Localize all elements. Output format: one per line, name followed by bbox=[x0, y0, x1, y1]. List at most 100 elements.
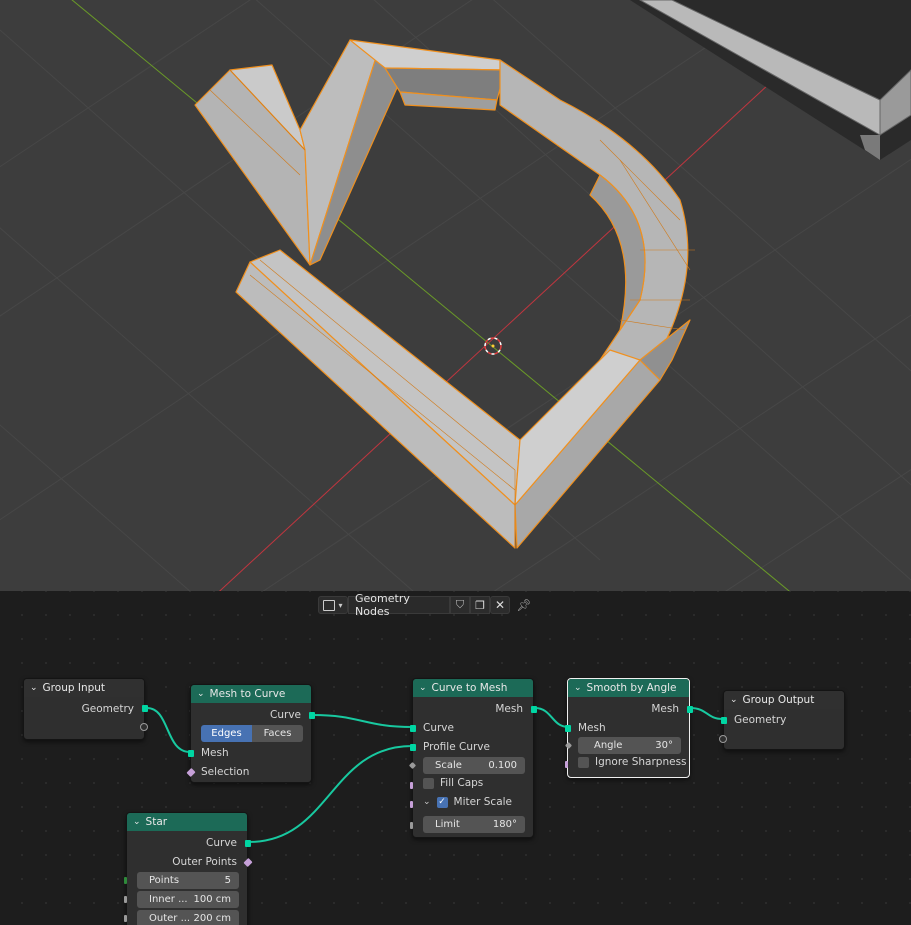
fill-caps-checkbox[interactable]: Fill Caps bbox=[423, 777, 483, 789]
input-mesh-label: Mesh bbox=[578, 722, 606, 734]
geometry-input-socket[interactable] bbox=[721, 717, 727, 724]
outer-radius-value: 200 cm bbox=[193, 913, 231, 924]
points-field[interactable]: Points 5 bbox=[137, 872, 239, 889]
input-geometry-label: Geometry bbox=[734, 714, 787, 726]
pin-button[interactable]: 📌︎ bbox=[510, 598, 538, 612]
link-curve-to-curve bbox=[312, 714, 413, 728]
mode-selector[interactable]: Edges Faces bbox=[201, 725, 303, 742]
group-output-node[interactable]: ⌄ Group Output Geometry bbox=[719, 690, 845, 750]
chevron-down-icon[interactable]: ⌄ bbox=[574, 683, 582, 693]
checkbox-box[interactable] bbox=[578, 756, 589, 768]
node-header[interactable]: ⌄ Smooth by Angle bbox=[568, 679, 689, 697]
outer-radius-label: Outer ... bbox=[149, 913, 191, 924]
angle-label: Angle bbox=[594, 740, 623, 751]
ignore-sharpness-checkbox[interactable]: Ignore Sharpness bbox=[578, 756, 687, 768]
mesh-input-socket[interactable] bbox=[565, 725, 571, 732]
duplicate-button[interactable]: ❐ bbox=[470, 596, 490, 614]
points-input-socket[interactable] bbox=[124, 877, 127, 884]
frame-object[interactable] bbox=[630, 0, 911, 160]
checkmark-icon[interactable]: ✓ bbox=[436, 796, 448, 808]
mode-edges-button[interactable]: Edges bbox=[201, 725, 252, 742]
shield-icon: ⛉ bbox=[455, 598, 465, 611]
curve-output-socket[interactable] bbox=[309, 712, 315, 719]
fill-caps-input-socket[interactable] bbox=[410, 782, 413, 789]
angle-input-socket[interactable] bbox=[564, 741, 573, 750]
selection-input-socket[interactable] bbox=[186, 767, 196, 778]
output-mesh-label: Mesh bbox=[651, 703, 679, 715]
mesh-output-socket[interactable] bbox=[531, 706, 537, 713]
scale-value: 0.100 bbox=[488, 760, 517, 771]
empty-input-socket[interactable] bbox=[719, 735, 727, 743]
chevron-down-icon[interactable]: ⌄ bbox=[30, 683, 38, 693]
outer-radius-input-socket[interactable] bbox=[124, 915, 127, 922]
angle-value: 30° bbox=[655, 740, 673, 751]
miter-scale-checkbox[interactable]: ⌄ ✓ Miter Scale bbox=[423, 796, 512, 808]
chevron-down-icon[interactable]: ⌄ bbox=[423, 797, 431, 807]
link-mesh-to-smooth bbox=[534, 707, 569, 728]
curve-input-socket[interactable] bbox=[410, 725, 416, 732]
miter-scale-label: Miter Scale bbox=[453, 796, 513, 808]
node-editor-header: ▾ Geometry Nodes ⛉ ❐ ✕ 📌︎ bbox=[318, 592, 538, 618]
input-profile-curve-label: Profile Curve bbox=[423, 741, 490, 753]
mesh-input-socket[interactable] bbox=[188, 750, 194, 757]
angle-field[interactable]: Angle 30° bbox=[578, 737, 681, 754]
viewport-scene bbox=[0, 0, 911, 591]
inner-radius-label: Inner ... bbox=[149, 894, 188, 905]
node-header[interactable]: ⌄ Star bbox=[127, 813, 247, 831]
geometry-output-socket[interactable] bbox=[142, 705, 148, 712]
checkbox-box[interactable] bbox=[423, 777, 434, 789]
3d-cursor-icon[interactable] bbox=[484, 337, 502, 355]
node-header[interactable]: ⌄ Group Input bbox=[24, 679, 144, 697]
limit-value: 180° bbox=[492, 819, 517, 830]
inner-radius-field[interactable]: Inner ... 100 cm bbox=[137, 891, 239, 908]
inner-radius-value: 100 cm bbox=[193, 894, 231, 905]
mode-faces-button[interactable]: Faces bbox=[252, 725, 303, 742]
mesh-to-curve-node[interactable]: ⌄ Mesh to Curve Curve Edges Faces Mesh Se… bbox=[186, 684, 315, 783]
chevron-down-icon[interactable]: ⌄ bbox=[730, 695, 738, 705]
ignore-sharpness-input-socket[interactable] bbox=[565, 761, 568, 768]
chevron-down-icon: ▾ bbox=[338, 600, 343, 610]
limit-label: Limit bbox=[435, 819, 460, 830]
points-value: 5 bbox=[224, 875, 231, 886]
inner-radius-input-socket[interactable] bbox=[124, 896, 127, 903]
scale-label: Scale bbox=[435, 760, 462, 771]
miter-scale-input-socket[interactable] bbox=[410, 801, 413, 808]
group-input-node[interactable]: ⌄ Group Input Geometry bbox=[23, 678, 148, 740]
node-header[interactable]: ⌄ Mesh to Curve bbox=[191, 685, 311, 703]
node-header[interactable]: ⌄ Group Output bbox=[724, 691, 844, 709]
input-mesh-label: Mesh bbox=[201, 747, 229, 759]
profile-curve-input-socket[interactable] bbox=[410, 744, 416, 751]
chevron-down-icon[interactable]: ⌄ bbox=[197, 689, 205, 699]
output-curve-label: Curve bbox=[206, 837, 237, 849]
chevron-down-icon[interactable]: ⌄ bbox=[133, 817, 141, 827]
mesh-output-socket[interactable] bbox=[687, 706, 693, 713]
limit-field[interactable]: Limit 180° bbox=[423, 816, 525, 833]
outer-points-output-socket[interactable] bbox=[243, 857, 253, 868]
output-curve-label: Curve bbox=[270, 709, 301, 721]
output-outer-points-label: Outer Points bbox=[172, 856, 237, 868]
node-tree-name-field[interactable]: Geometry Nodes bbox=[348, 592, 450, 618]
selected-mesh-object[interactable] bbox=[194, 39, 691, 549]
chevron-down-icon[interactable]: ⌄ bbox=[419, 683, 427, 693]
node-editor[interactable]: ▾ Geometry Nodes ⛉ ❐ ✕ 📌︎ ⌄ Group Input G… bbox=[0, 591, 911, 925]
fake-user-button[interactable]: ⛉ bbox=[450, 596, 470, 614]
output-mesh-label: Mesh bbox=[495, 703, 523, 715]
node-editor-icon bbox=[323, 599, 336, 611]
output-geometry-label: Geometry bbox=[81, 703, 134, 715]
link-smooth-to-output bbox=[689, 707, 724, 720]
3d-viewport[interactable] bbox=[0, 0, 911, 591]
outer-radius-field[interactable]: Outer ... 200 cm bbox=[137, 910, 239, 925]
scale-field[interactable]: Scale 0.100 bbox=[423, 757, 525, 774]
node-header[interactable]: ⌄ Curve to Mesh bbox=[413, 679, 533, 697]
empty-output-socket[interactable] bbox=[140, 723, 148, 731]
editor-type-button[interactable]: ▾ bbox=[318, 596, 348, 614]
close-icon: ✕ bbox=[494, 598, 506, 612]
unlink-button[interactable]: ✕ bbox=[490, 596, 510, 614]
input-selection-label: Selection bbox=[201, 766, 250, 778]
curve-to-mesh-node[interactable]: ⌄ Curve to Mesh Mesh Curve Profile Curve … bbox=[408, 678, 537, 838]
star-node[interactable]: ⌄ Star Curve Outer Points Points 5 Inner … bbox=[124, 812, 253, 925]
limit-input-socket[interactable] bbox=[410, 822, 413, 829]
smooth-by-angle-node[interactable]: ⌄ Smooth by Angle Mesh Mesh Angle 30° Ign… bbox=[564, 678, 693, 778]
scale-input-socket[interactable] bbox=[408, 761, 417, 770]
curve-output-socket[interactable] bbox=[245, 840, 251, 847]
